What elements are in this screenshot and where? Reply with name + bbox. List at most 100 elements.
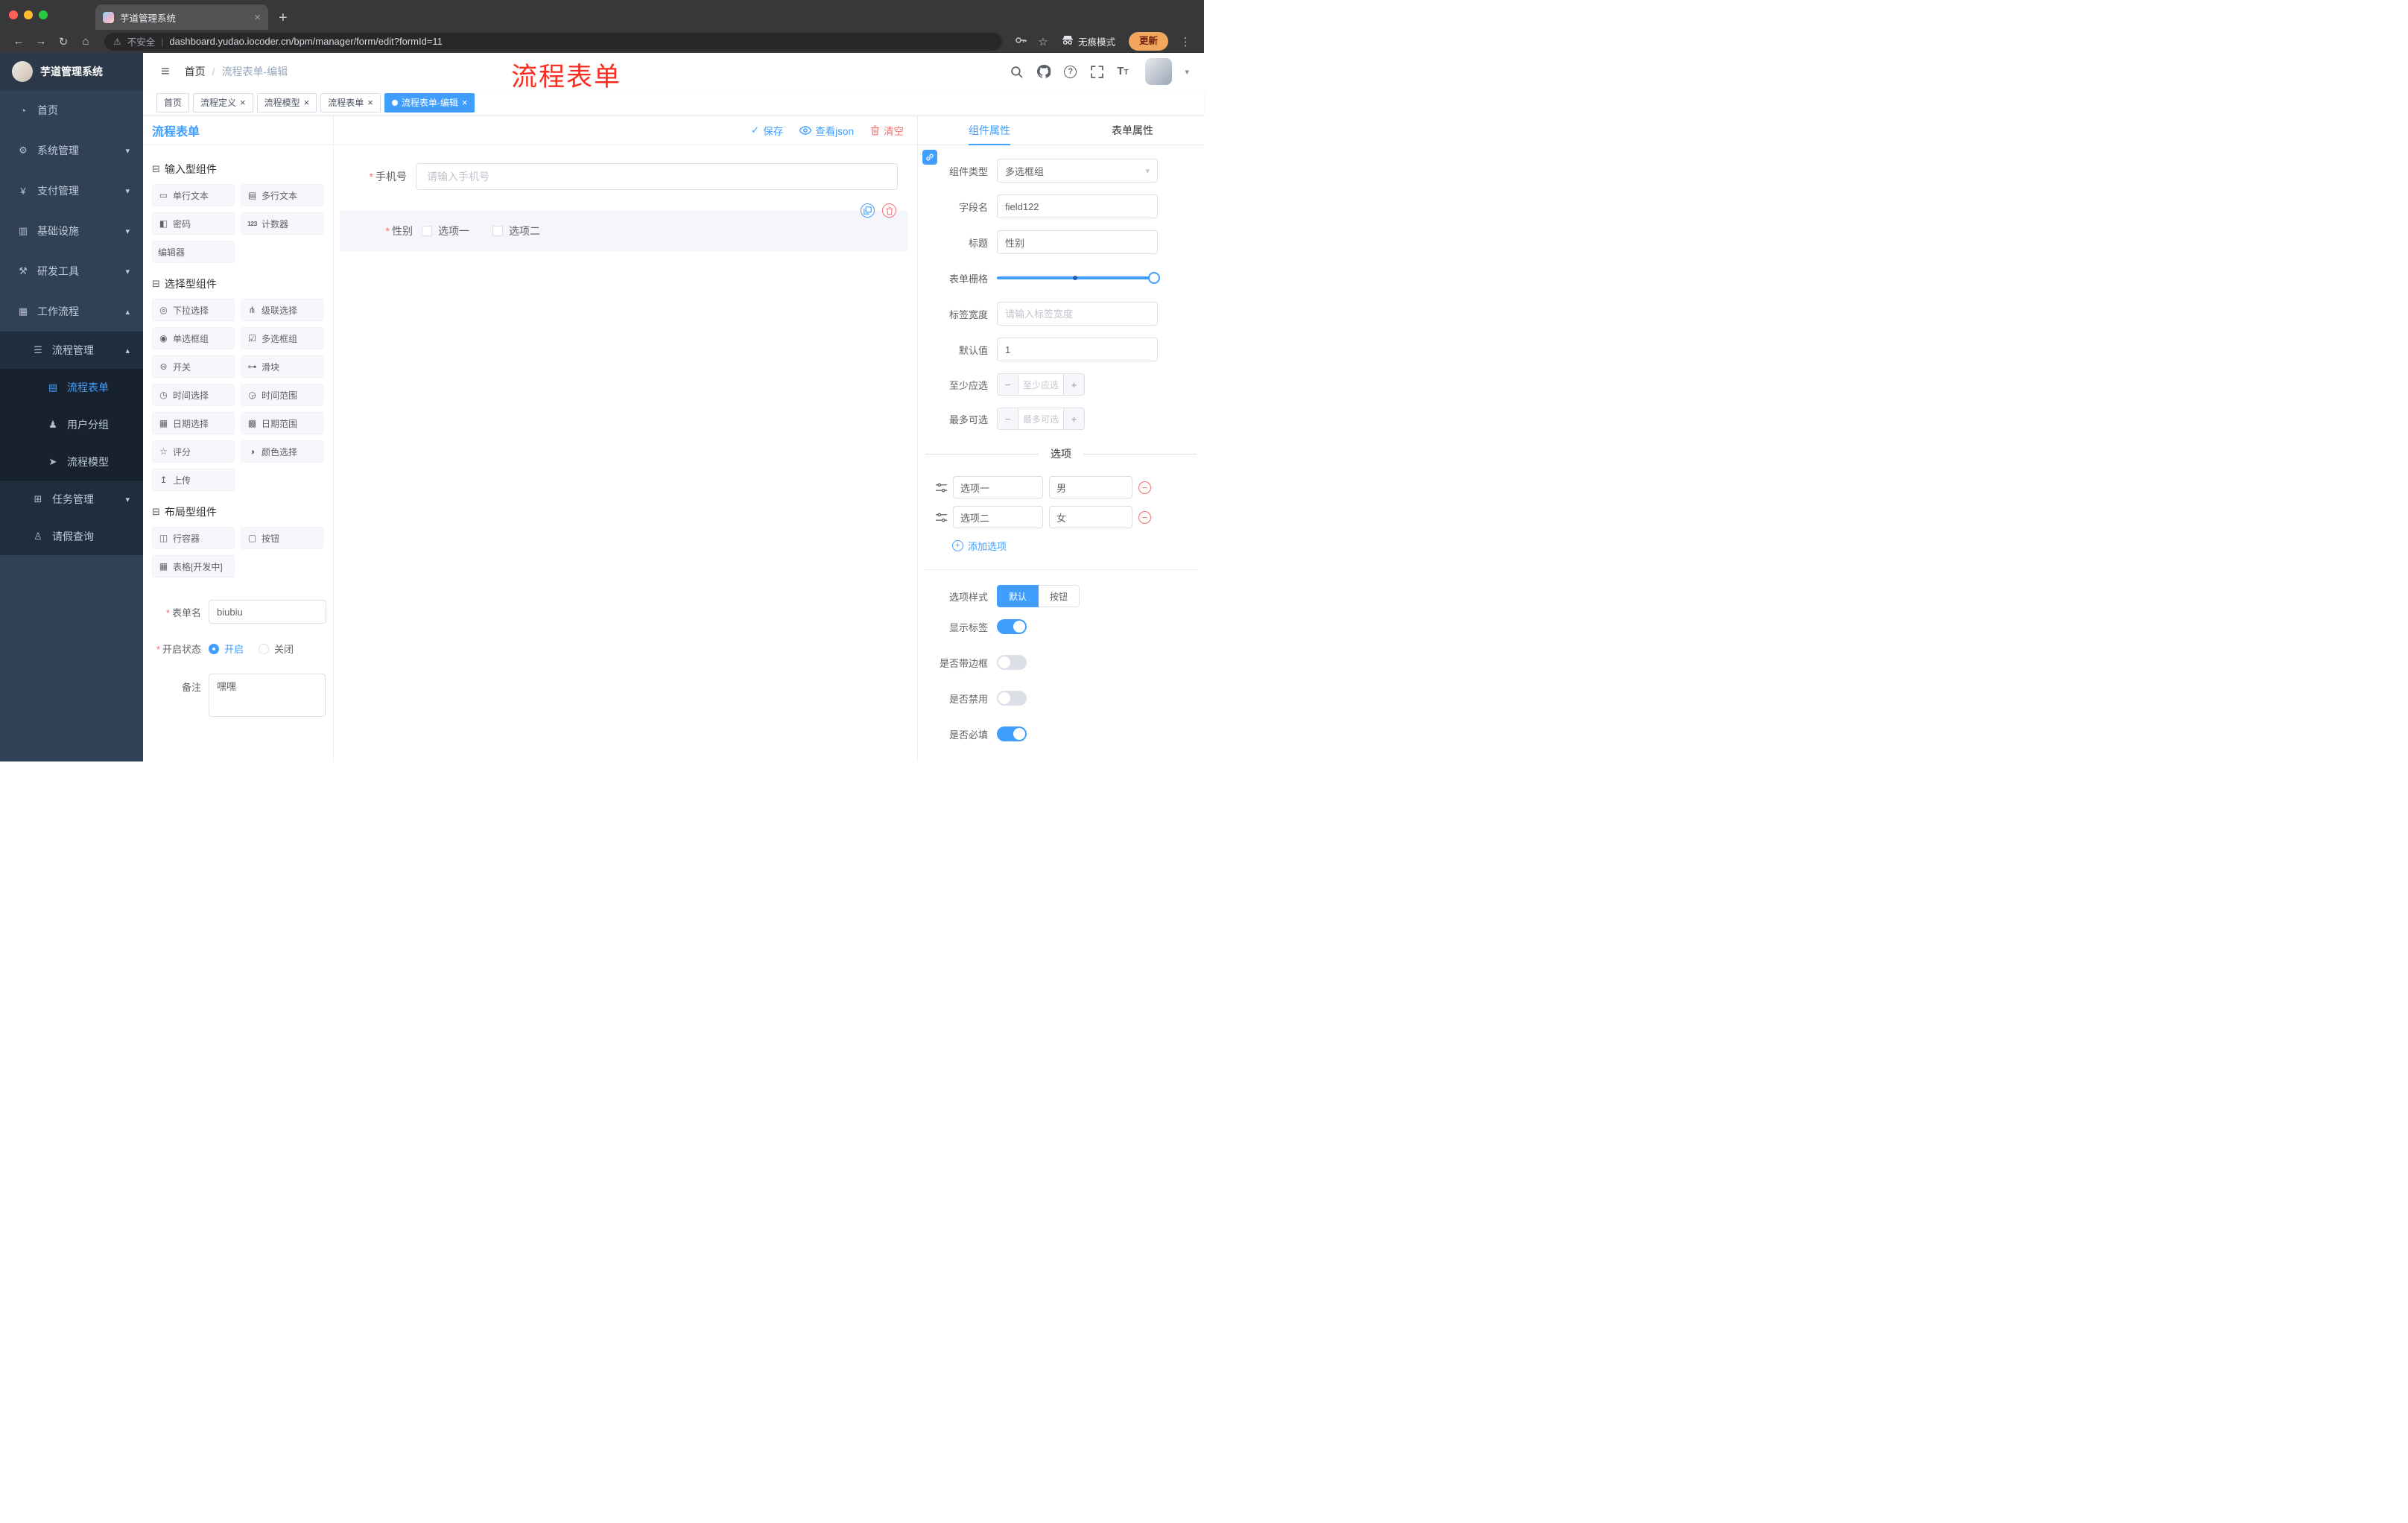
close-tag-icon[interactable]: × <box>367 97 373 108</box>
component-select[interactable]: ◎ 下拉选择 <box>152 299 235 321</box>
tab-form-props[interactable]: 表单属性 <box>1061 115 1204 145</box>
option-2-label-input[interactable] <box>953 506 1043 528</box>
label-width-input[interactable] <box>997 302 1158 326</box>
gender-checkbox-option-2[interactable]: 选项二 <box>492 224 540 238</box>
hamburger-icon[interactable]: ≡ <box>161 63 170 80</box>
remove-option-icon[interactable]: − <box>1138 481 1151 494</box>
search-icon[interactable] <box>1009 64 1024 79</box>
component-switch[interactable]: ⊜ 开关 <box>152 355 235 378</box>
increase-icon[interactable]: + <box>1063 408 1084 429</box>
border-switch[interactable] <box>997 655 1027 670</box>
canvas-field-phone[interactable]: * 手机号 <box>334 163 917 190</box>
save-button[interactable]: ✓ 保存 <box>751 123 783 138</box>
github-icon[interactable] <box>1036 64 1051 79</box>
text-size-icon[interactable]: TT <box>1117 65 1128 78</box>
delete-component-button[interactable] <box>882 203 896 218</box>
sidebar-item-system-management[interactable]: ⚙ 系统管理 ▾ <box>0 130 143 171</box>
component-radio-group[interactable]: ◉ 单选框组 <box>152 327 235 349</box>
sidebar-item-workflow[interactable]: ▦ 工作流程 ▴ <box>0 291 143 332</box>
component-editor[interactable]: 编辑器 <box>152 241 235 263</box>
sidebar-item-infrastructure[interactable]: ▥ 基础设施 ▾ <box>0 211 143 251</box>
required-switch[interactable] <box>997 726 1027 741</box>
component-cascader[interactable]: ⋔ 级联选择 <box>241 299 323 321</box>
sidebar-item-process-model[interactable]: ➤ 流程模型 <box>0 443 143 481</box>
update-button[interactable]: 更新 <box>1128 32 1168 51</box>
component-slider[interactable]: ⊶ 滑块 <box>241 355 323 378</box>
tag-process-form-edit[interactable]: 流程表单-编辑 × <box>384 92 475 113</box>
close-window-button[interactable] <box>9 10 18 19</box>
component-color-picker[interactable]: ◑ 颜色选择 <box>241 440 323 463</box>
gender-checkbox-option-1[interactable]: 选项一 <box>422 224 469 238</box>
close-tab-icon[interactable]: × <box>254 11 261 24</box>
field-name-input[interactable] <box>997 194 1158 218</box>
form-name-input[interactable] <box>209 600 326 624</box>
close-tag-icon[interactable]: × <box>240 97 246 108</box>
show-label-switch[interactable] <box>997 619 1027 634</box>
tag-process-definition[interactable]: 流程定义 × <box>193 92 253 113</box>
component-button[interactable]: ▢ 按钮 <box>241 527 323 549</box>
fullscreen-window-button[interactable] <box>39 10 48 19</box>
min-stepper[interactable]: − 至少应选 + <box>997 373 1085 396</box>
forward-button[interactable]: → <box>31 35 51 48</box>
increase-icon[interactable]: + <box>1063 374 1084 395</box>
help-icon[interactable]: ? <box>1064 65 1077 78</box>
checkbox-box[interactable] <box>422 226 432 236</box>
decrease-icon[interactable]: − <box>998 408 1018 429</box>
new-tab-button[interactable]: + <box>279 10 288 27</box>
close-tag-icon[interactable]: × <box>304 97 310 108</box>
form-remark-textarea[interactable]: 嘿嘿 <box>209 674 326 717</box>
copy-component-button[interactable] <box>861 203 875 218</box>
tag-process-model[interactable]: 流程模型 × <box>256 92 317 113</box>
view-json-button[interactable]: 查看json <box>799 123 854 138</box>
sidebar-item-dev-tools[interactable]: ⚒ 研发工具 ▾ <box>0 251 143 291</box>
browser-menu-icon[interactable]: ⋮ <box>1176 35 1195 48</box>
component-date-range[interactable]: ▩ 日期范围 <box>241 412 323 434</box>
slider-handle[interactable] <box>1148 272 1160 284</box>
remove-option-icon[interactable]: − <box>1138 510 1151 524</box>
home-button[interactable]: ⌂ <box>76 35 95 48</box>
security-label[interactable]: 不安全 <box>127 34 156 48</box>
title-input[interactable] <box>997 230 1158 254</box>
clear-button[interactable]: 清空 <box>870 123 904 138</box>
component-time-picker[interactable]: ◷ 时间选择 <box>152 384 235 406</box>
link-icon[interactable] <box>922 150 937 165</box>
canvas-field-gender-selected[interactable]: * 性别 选项一 选项二 <box>340 203 908 251</box>
tag-process-form[interactable]: 流程表单 × <box>320 92 381 113</box>
reload-button[interactable]: ↻ <box>54 35 73 48</box>
status-radio-on[interactable]: 开启 <box>209 642 244 656</box>
tab-component-props[interactable]: 组件属性 <box>918 115 1061 145</box>
component-date-picker[interactable]: ▦ 日期选择 <box>152 412 235 434</box>
default-value-input[interactable] <box>997 338 1158 361</box>
app-logo[interactable]: 芋道管理系统 <box>0 53 143 90</box>
drawing-board[interactable]: * 手机号 请输入手机号 * 性别 选项一 选项二 <box>334 145 917 762</box>
option-1-value-input[interactable] <box>1049 476 1132 498</box>
component-checkbox-group[interactable]: ☑ 多选框组 <box>241 327 323 349</box>
sidebar-item-user-group[interactable]: ♟ 用户分组 <box>0 406 143 443</box>
sidebar-item-process-form[interactable]: ▤ 流程表单 <box>0 369 143 406</box>
component-table[interactable]: ▦ 表格[开发中] <box>152 555 235 577</box>
bookmark-star-icon[interactable]: ☆ <box>1033 35 1053 48</box>
sidebar-item-process-management[interactable]: ☰ 流程管理 ▴ <box>0 332 143 369</box>
component-row-container[interactable]: ◫ 行容器 <box>152 527 235 549</box>
component-upload[interactable]: ↥ 上传 <box>152 469 235 491</box>
style-button-button[interactable]: 按钮 <box>1039 585 1080 607</box>
url-text[interactable]: dashboard.yudao.iocoder.cn/bpm/manager/f… <box>169 36 443 47</box>
status-radio-off[interactable]: 关闭 <box>259 642 294 656</box>
close-tag-icon[interactable]: × <box>462 97 468 108</box>
option-1-label-input[interactable] <box>953 476 1043 498</box>
disabled-switch[interactable] <box>997 691 1027 706</box>
fullscreen-icon[interactable] <box>1089 64 1104 79</box>
component-rate[interactable]: ☆ 评分 <box>152 440 235 463</box>
option-2-value-input[interactable] <box>1049 506 1132 528</box>
tag-home[interactable]: 首页 <box>156 92 190 113</box>
component-counter[interactable]: 123 计数器 <box>241 212 323 235</box>
avatar-caret-down-icon[interactable]: ▾ <box>1185 67 1189 77</box>
component-multi-line-text[interactable]: ▤ 多行文本 <box>241 184 323 206</box>
phone-input[interactable] <box>416 163 898 190</box>
password-key-icon[interactable] <box>1011 34 1030 49</box>
style-default-button[interactable]: 默认 <box>997 585 1039 607</box>
address-bar[interactable]: ⚠ 不安全 | dashboard.yudao.iocoder.cn/bpm/m… <box>104 32 1002 51</box>
sidebar-item-leave-query[interactable]: ♙ 请假查询 <box>0 518 143 555</box>
stepper-placeholder[interactable]: 至少应选 <box>1018 374 1063 395</box>
drag-handle-icon[interactable] <box>936 512 947 522</box>
